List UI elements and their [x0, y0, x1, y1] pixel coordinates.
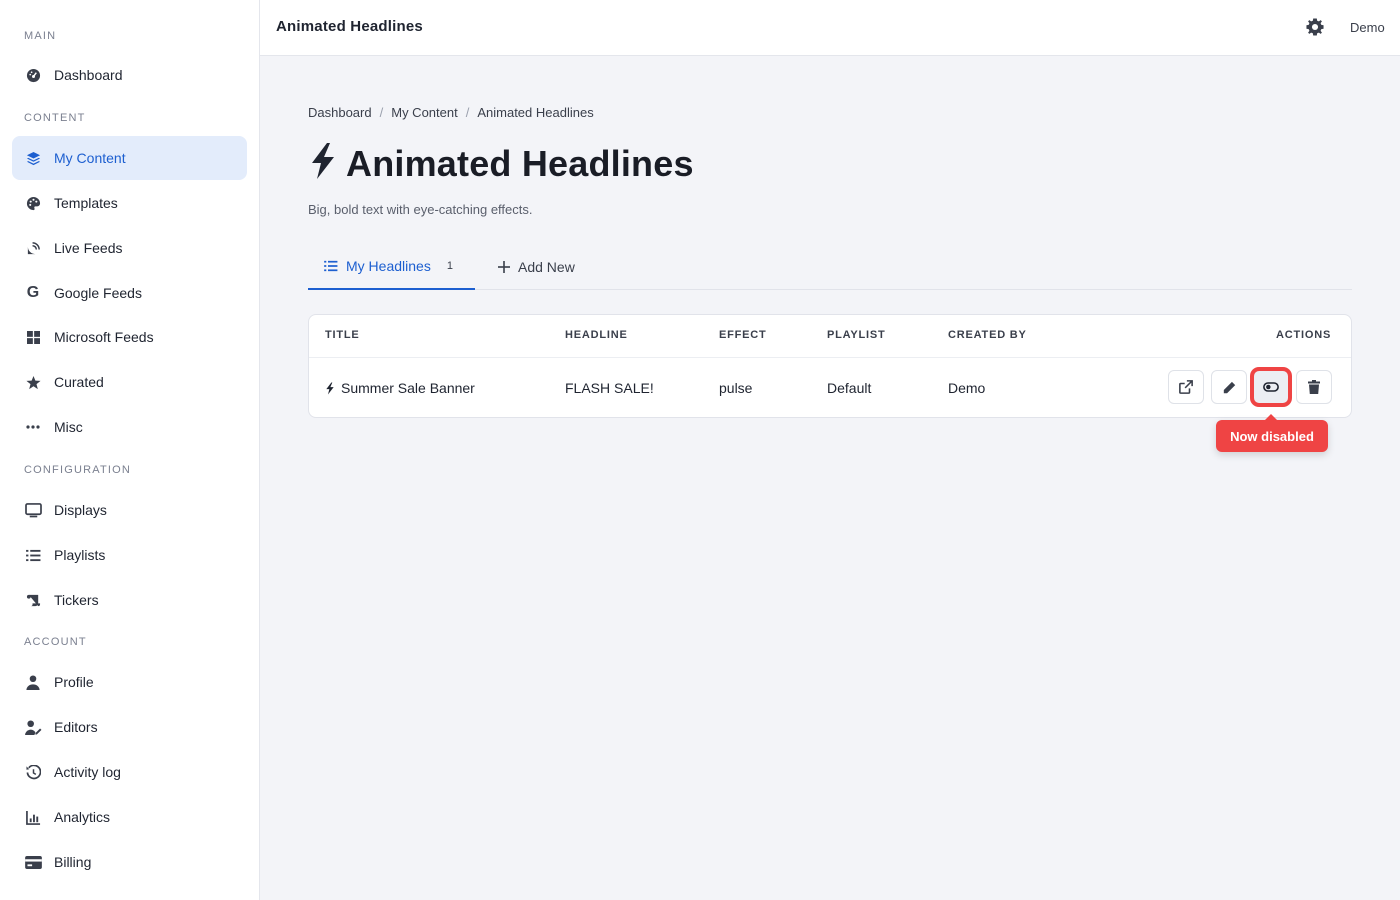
star-icon: [24, 373, 42, 391]
dashboard-icon: [24, 66, 42, 84]
google-icon: G: [26, 284, 40, 301]
sidebar-item-billing[interactable]: Billing: [12, 840, 247, 884]
section-label-main: MAIN: [24, 30, 57, 42]
sidebar-item-activity-log[interactable]: Activity log: [12, 750, 247, 794]
page-subtitle: Big, bold text with eye-catching effects…: [308, 202, 533, 217]
breadcrumb: Dashboard / My Content / Animated Headli…: [308, 105, 594, 120]
cell-headline: FLASH SALE!: [565, 380, 654, 396]
layers-icon: [24, 149, 42, 167]
tabs: My Headlines 1 Add New: [308, 244, 1352, 290]
sidebar-item-label: Playlists: [54, 547, 106, 563]
section-label-content: CONTENT: [24, 112, 86, 124]
sidebar-item-label: Misc: [54, 419, 83, 435]
sidebar-item-label: Dashboard: [54, 67, 123, 83]
cell-title: Summer Sale Banner: [325, 380, 475, 396]
breadcrumb-separator: /: [465, 105, 470, 120]
sidebar-item-microsoft-feeds[interactable]: Microsoft Feeds: [12, 315, 247, 359]
column-header-headline: HEADLINE: [565, 329, 628, 341]
sidebar-item-label: Editors: [54, 719, 98, 735]
sidebar-item-live-feeds[interactable]: Live Feeds: [12, 226, 247, 270]
page-title-row: Animated Headlines: [308, 142, 694, 185]
sidebar-item-templates[interactable]: Templates: [12, 181, 247, 225]
status-tooltip: Now disabled: [1216, 414, 1328, 452]
sidebar-item-label: My Content: [54, 150, 126, 166]
plus-icon: [498, 261, 510, 273]
sidebar-item-analytics[interactable]: Analytics: [12, 795, 247, 839]
trash-icon: [1308, 380, 1320, 394]
windows-icon: [24, 328, 42, 346]
sidebar-item-label: Billing: [54, 854, 92, 870]
delete-button[interactable]: [1296, 370, 1332, 404]
tab-add-new[interactable]: Add New: [498, 244, 575, 290]
chart-icon: [24, 808, 42, 826]
list-icon: [24, 546, 42, 564]
column-header-effect: EFFECT: [719, 329, 767, 341]
sidebar-item-label: Google Feeds: [54, 285, 142, 301]
breadcrumb-separator: /: [379, 105, 384, 120]
cell-playlist: Default: [827, 380, 872, 396]
column-header-title: TITLE: [325, 329, 360, 341]
sidebar-item-label: Tickers: [54, 592, 99, 608]
sidebar-item-dashboard[interactable]: Dashboard: [12, 53, 247, 97]
headlines-table: TITLE HEADLINE EFFECT PLAYLIST CREATED B…: [308, 314, 1352, 418]
sidebar-item-google-feeds[interactable]: G Google Feeds: [12, 271, 247, 315]
sidebar-item-editors[interactable]: Editors: [12, 705, 247, 749]
monitor-icon: [24, 501, 42, 519]
cell-effect: pulse: [719, 380, 753, 396]
toggle-button[interactable]: [1253, 370, 1289, 404]
sidebar-item-playlists[interactable]: Playlists: [12, 533, 247, 577]
gear-icon[interactable]: [1306, 18, 1326, 38]
bolt-icon: [325, 382, 335, 395]
sidebar: MAIN Dashboard CONTENT My Content Templa…: [0, 0, 260, 900]
external-link-icon: [1179, 380, 1193, 394]
breadcrumb-current: Animated Headlines: [477, 105, 594, 120]
scroll-icon: [24, 591, 42, 609]
tab-label: Add New: [518, 259, 575, 275]
column-header-playlist: PLAYLIST: [827, 329, 886, 341]
sidebar-item-curated[interactable]: Curated: [12, 360, 247, 404]
column-header-created-by: CREATED BY: [948, 329, 1027, 341]
section-label-configuration: CONFIGURATION: [24, 464, 132, 476]
topbar-title: Animated Headlines: [276, 18, 423, 35]
sidebar-item-label: Templates: [54, 195, 118, 211]
list-icon: [324, 260, 338, 272]
sidebar-item-label: Live Feeds: [54, 240, 123, 256]
breadcrumb-my-content[interactable]: My Content: [391, 105, 457, 120]
sidebar-item-label: Curated: [54, 374, 104, 390]
toggle-off-icon: [1263, 382, 1279, 392]
user-menu[interactable]: Demo: [1350, 20, 1385, 35]
sidebar-item-profile[interactable]: Profile: [12, 660, 247, 704]
section-label-account: ACCOUNT: [24, 636, 87, 648]
sidebar-item-label: Microsoft Feeds: [54, 329, 154, 345]
table-row: Summer Sale Banner FLASH SALE! pulse Def…: [309, 357, 1351, 417]
open-external-button[interactable]: [1168, 370, 1204, 404]
breadcrumb-dashboard[interactable]: Dashboard: [308, 105, 372, 120]
sidebar-item-label: Profile: [54, 674, 94, 690]
sidebar-item-label: Activity log: [54, 764, 121, 780]
tab-count-badge: 1: [446, 260, 453, 272]
bolt-icon: [308, 142, 338, 185]
history-icon: [24, 763, 42, 781]
sidebar-item-label: Analytics: [54, 809, 111, 825]
ellipsis-icon: [24, 418, 42, 436]
sidebar-item-my-content[interactable]: My Content: [12, 136, 247, 180]
user-edit-icon: [24, 718, 42, 736]
tab-label: My Headlines: [346, 258, 431, 274]
page-title: Animated Headlines: [346, 142, 694, 184]
sidebar-item-displays[interactable]: Displays: [12, 488, 247, 532]
sidebar-item-misc[interactable]: Misc: [12, 405, 247, 449]
palette-icon: [24, 194, 42, 212]
sidebar-item-label: Displays: [54, 502, 107, 518]
user-icon: [24, 673, 42, 691]
sidebar-item-tickers[interactable]: Tickers: [12, 578, 247, 622]
edit-button[interactable]: [1211, 370, 1247, 404]
row-title-text: Summer Sale Banner: [341, 380, 475, 396]
satellite-dish-icon: [24, 239, 42, 257]
tab-my-headlines[interactable]: My Headlines 1: [308, 244, 475, 290]
column-header-actions: ACTIONS: [1276, 329, 1332, 341]
pencil-icon: [1223, 381, 1236, 394]
topbar: Animated Headlines Demo: [260, 0, 1400, 56]
cell-created-by: Demo: [948, 380, 986, 396]
credit-card-icon: [24, 853, 42, 871]
